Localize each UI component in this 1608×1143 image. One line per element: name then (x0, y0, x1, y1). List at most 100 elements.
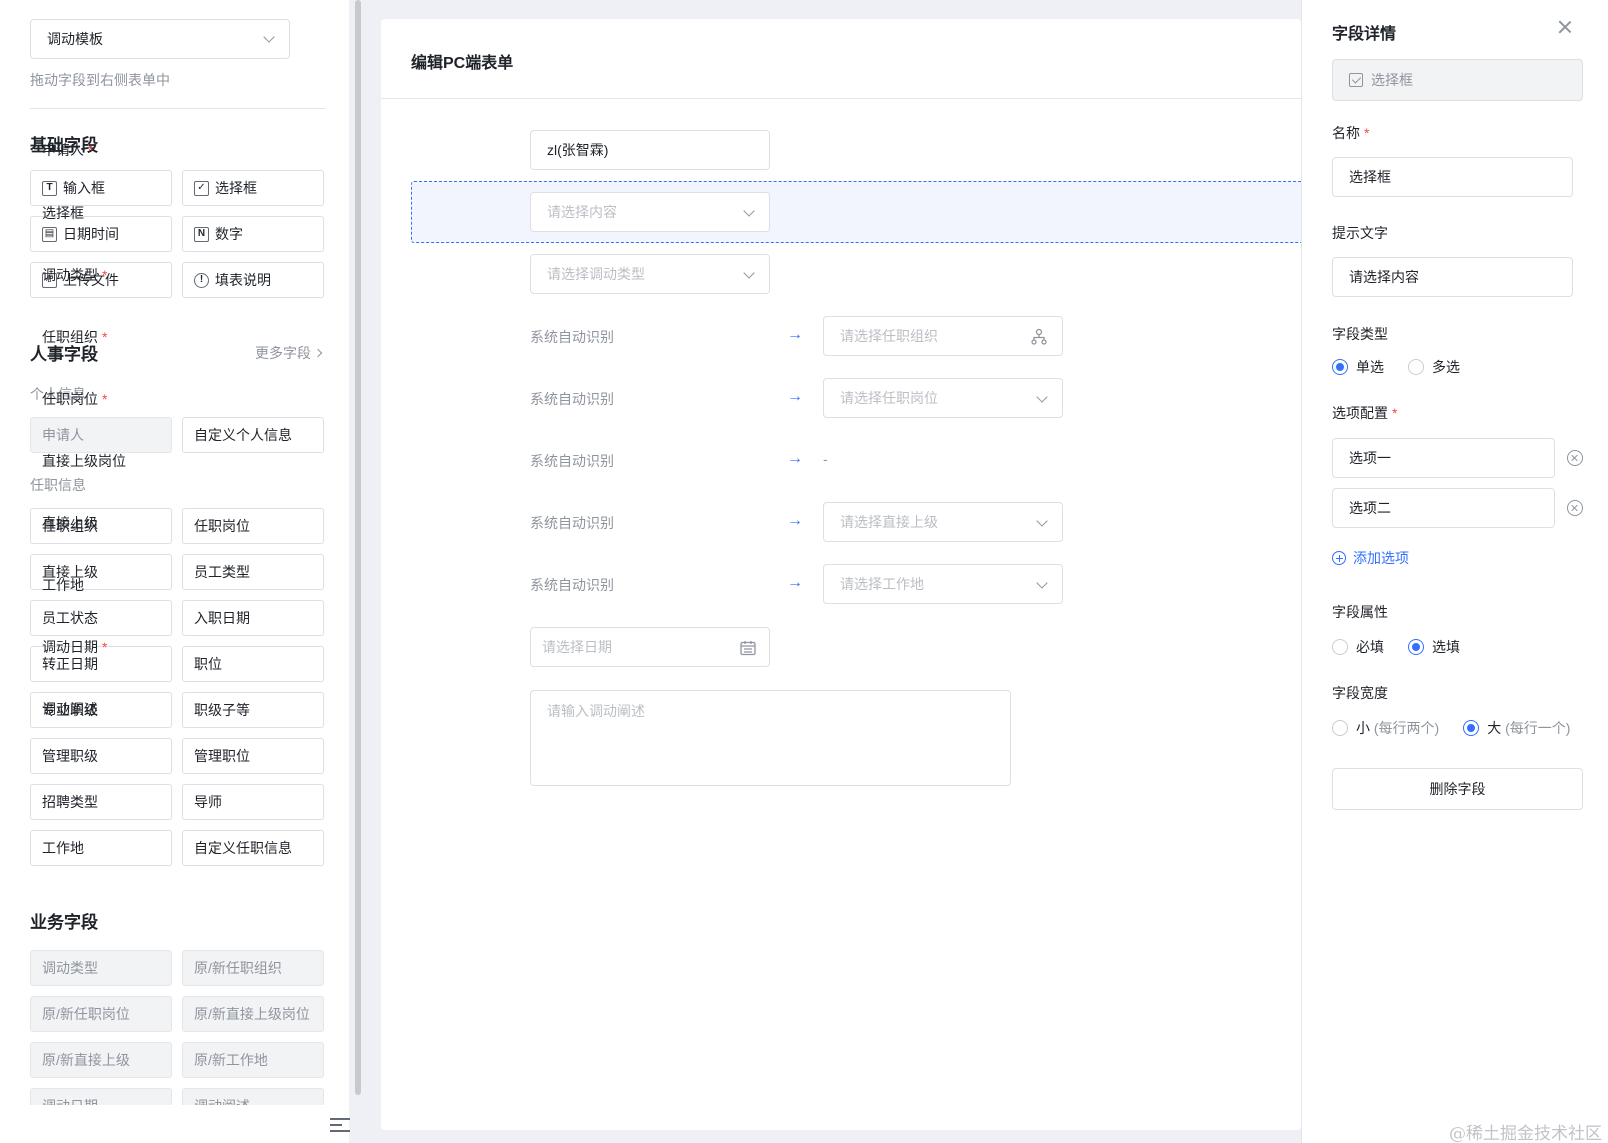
name-label: 名称 * (1332, 123, 1369, 143)
field-instruction[interactable]: ! 填表说明 (182, 262, 324, 298)
field-biz-item[interactable]: 原/新直接上级 (30, 1042, 172, 1078)
attr-radio-group: 必填 选填 (1332, 637, 1484, 657)
field-label: 选择框 (215, 180, 257, 196)
org-picker[interactable]: 请选择任职组织 (823, 316, 1063, 356)
select-dropdown[interactable]: 请选择内容 (530, 192, 770, 232)
radio-small-note: (每行两个) (1373, 720, 1440, 736)
date-placeholder: 请选择日期 (542, 639, 612, 655)
org-label: 任职组织 * (42, 327, 107, 347)
required-mark: * (88, 142, 94, 158)
transfer-type-label-text: 调动类型 (42, 267, 98, 283)
arrow-right-icon: → (787, 512, 803, 529)
calendar-icon: ▤ (42, 226, 57, 242)
field-biz-item[interactable]: 原/新任职组织 (182, 950, 324, 986)
post-select[interactable]: 请选择任职岗位 (823, 378, 1063, 418)
calendar-icon (740, 641, 756, 656)
desc-textarea[interactable]: 请输入调动阐述 (530, 690, 1011, 786)
select-placeholder: 请选择内容 (547, 204, 617, 220)
field-biz-item[interactable]: 原/新任职岗位 (30, 996, 172, 1032)
workplace-select[interactable]: 请选择工作地 (823, 564, 1063, 604)
radio-large-label: 大 (1487, 720, 1502, 736)
field-biz-item[interactable]: 调动日期 (30, 1088, 172, 1105)
radio-single[interactable]: 单选 (1332, 357, 1384, 377)
transfer-type-select[interactable]: 请选择调动类型 (530, 254, 770, 294)
field-job-item[interactable]: 招聘类型 (30, 784, 172, 820)
radio-small-label: 小 (1356, 720, 1370, 736)
radio-required[interactable]: 必填 (1332, 637, 1384, 657)
radio-dot (1332, 359, 1348, 375)
close-icon[interactable] (1558, 20, 1572, 34)
option-input[interactable]: 选项二 (1332, 488, 1555, 528)
field-detail-panel: 字段详情 选择框 名称 * 选择框 提示文字 请选择内容 字段类型 单选 多选 选… (1301, 0, 1608, 1143)
field-job-item[interactable]: 工作地 (30, 830, 172, 866)
field-custom-personal[interactable]: 自定义个人信息 (182, 417, 324, 453)
text-icon: T (42, 180, 57, 196)
template-select[interactable]: 调动模板 (30, 19, 290, 59)
superior-select[interactable]: 请选择直接上级 (823, 502, 1063, 542)
plus-circle-icon (1332, 551, 1346, 565)
field-job-item[interactable]: 入职日期 (182, 600, 324, 636)
field-type-radio-group: 单选 多选 (1332, 357, 1484, 377)
field-select[interactable]: ✓ 选择框 (182, 170, 324, 206)
field-number[interactable]: N 数字 (182, 216, 324, 252)
empty-value-dash: - (823, 451, 828, 467)
info-icon: ! (194, 272, 209, 288)
radio-optional[interactable]: 选填 (1408, 637, 1460, 657)
field-job-item[interactable]: 自定义任职信息 (182, 830, 324, 866)
field-input[interactable]: T 输入框 (30, 170, 172, 206)
radio-optional-label: 选填 (1432, 639, 1460, 655)
hint-input[interactable]: 请选择内容 (1332, 257, 1573, 297)
field-job-item[interactable]: 导师 (182, 784, 324, 820)
field-job-item[interactable]: 员工类型 (182, 554, 324, 590)
transfer-type-placeholder: 请选择调动类型 (547, 266, 645, 282)
date-label-text: 调动日期 (42, 639, 98, 655)
applicant-input[interactable]: zl(张智霖) (530, 130, 770, 170)
divider (30, 108, 326, 109)
remove-option-icon[interactable] (1567, 500, 1583, 516)
job-info-title: 任职信息 (30, 477, 86, 493)
field-biz-item[interactable]: 原/新直接上级岗位 (182, 996, 324, 1032)
radio-multi[interactable]: 多选 (1408, 357, 1460, 377)
left-scrollbar[interactable] (355, 0, 361, 1095)
superior-label: 直接上级 (42, 515, 98, 531)
radio-large[interactable]: 大 (每行一个) (1463, 718, 1570, 738)
field-library-panel: 调动模板 拖动字段到右侧表单中 基础字段 T 输入框 ✓ 选择框 ▤ 日期时间 N 数字… (0, 0, 350, 1143)
radio-dot (1332, 639, 1348, 655)
superior-post-label: 直接上级岗位 (42, 453, 126, 469)
field-job-item[interactable]: 任职岗位 (182, 508, 324, 544)
detail-title: 字段详情 (1332, 26, 1397, 43)
field-job-item[interactable]: 管理职位 (182, 738, 324, 774)
field-job-item[interactable]: 职级子等 (182, 692, 324, 728)
add-option-button[interactable]: 添加选项 (1332, 548, 1409, 568)
arrow-right-icon: → (787, 574, 803, 591)
chevron-down-icon (1036, 515, 1048, 527)
chevron-down-icon (743, 205, 755, 217)
biz-fields-title: 业务字段 (30, 913, 98, 932)
field-applicant[interactable]: 申请人 (30, 417, 172, 453)
field-job-item[interactable]: 员工状态 (30, 600, 172, 636)
more-fields-link[interactable]: 更多字段 (255, 343, 323, 363)
collapse-panel-icon[interactable] (330, 1116, 350, 1134)
arrow-right-icon: → (787, 326, 803, 343)
radio-small[interactable]: 小 (每行两个) (1332, 718, 1439, 738)
name-input[interactable]: 选择框 (1332, 157, 1573, 197)
org-placeholder: 请选择任职组织 (840, 328, 938, 344)
field-job-item[interactable]: 职位 (182, 646, 324, 682)
field-biz-item[interactable]: 原/新工作地 (182, 1042, 324, 1078)
auto-detect-text: 系统自动识别 (530, 453, 614, 469)
field-type-label: 字段类型 (1332, 326, 1388, 342)
field-job-item[interactable]: 管理职级 (30, 738, 172, 774)
field-biz-item[interactable]: 调动阐述 (182, 1088, 324, 1105)
workplace-placeholder: 请选择工作地 (840, 576, 924, 592)
add-option-label: 添加选项 (1353, 550, 1409, 566)
chevron-right-icon (313, 348, 323, 358)
field-library-scroll[interactable]: 调动模板 拖动字段到右侧表单中 基础字段 T 输入框 ✓ 选择框 ▤ 日期时间 N 数字… (0, 0, 349, 1105)
option-input[interactable]: 选项一 (1332, 438, 1555, 478)
remove-option-icon[interactable] (1567, 450, 1583, 466)
chevron-down-icon (1036, 391, 1048, 403)
field-biz-item[interactable]: 调动类型 (30, 950, 172, 986)
width-radio-group: 小 (每行两个) 大 (每行一个) (1332, 718, 1594, 738)
date-picker[interactable]: 请选择日期 (530, 627, 770, 667)
field-label: 数字 (215, 226, 243, 242)
delete-field-button[interactable]: 删除字段 (1332, 768, 1583, 810)
